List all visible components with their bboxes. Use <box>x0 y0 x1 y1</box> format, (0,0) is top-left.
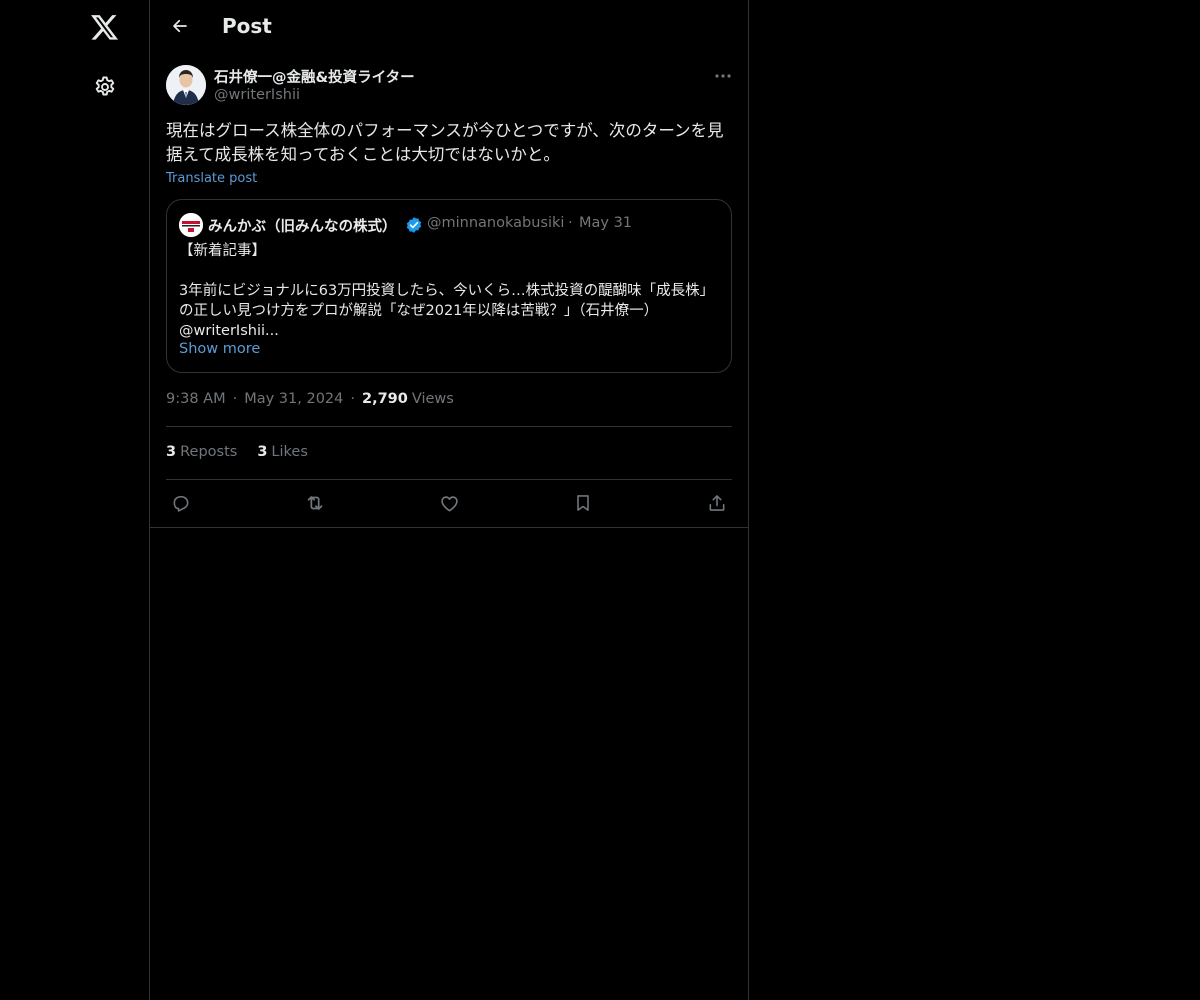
arrow-left-icon <box>173 19 187 33</box>
author-avatar-image <box>166 65 206 105</box>
gear-icon[interactable] <box>85 67 125 107</box>
post-date[interactable]: May 31, 2024 <box>244 391 343 407</box>
page-title: Post <box>222 14 272 38</box>
views-label: Views <box>411 391 454 407</box>
reply-icon <box>173 495 189 512</box>
like-button[interactable] <box>436 490 462 516</box>
page-header: Post <box>150 0 748 53</box>
left-nav <box>0 0 149 1000</box>
more-dots-icon <box>715 74 731 78</box>
back-button[interactable] <box>162 8 198 44</box>
divider <box>166 426 732 427</box>
likes-count: 3 <box>257 444 268 460</box>
post-column: Post 石井僚一@金融&投資ライター @writerIshii 現在はグロース… <box>149 0 749 1000</box>
divider <box>166 479 732 480</box>
quoted-author-handle: @minnanokabusiki <box>427 215 565 231</box>
repost-icon <box>307 496 323 510</box>
x-logo-icon[interactable] <box>85 8 125 48</box>
more-options-button[interactable] <box>710 66 736 86</box>
reply-button[interactable] <box>168 490 194 516</box>
quoted-separator: · <box>568 215 573 231</box>
show-more-link[interactable]: Show more <box>179 341 260 357</box>
likes-stat[interactable]: 3 Likes <box>257 444 308 460</box>
quoted-post[interactable]: みんかぶ（旧みんなの株式） @minnanokabusiki · May 31 … <box>166 199 732 373</box>
share-button[interactable] <box>704 490 730 516</box>
author-handle[interactable]: @writerIshii <box>214 87 300 103</box>
quoted-avatar <box>179 213 203 237</box>
share-icon <box>709 495 725 511</box>
author-avatar[interactable] <box>166 65 206 105</box>
verified-badge-icon <box>405 216 423 234</box>
post-text: 現在はグロース株全体のパフォーマンスが今ひとつですが、次のターンを見据えて成長株… <box>166 121 724 164</box>
repost-button[interactable] <box>302 490 328 516</box>
quoted-text: 【新着記事】 3年前にビジョナルに63万円投資したら、今いくら…株式投資の醍醐味… <box>179 243 715 339</box>
views-count: 2,790 <box>362 391 408 407</box>
quoted-author-name: みんかぶ（旧みんなの株式） <box>208 219 397 235</box>
verified-badge-svg <box>406 217 422 233</box>
bookmark-icon <box>577 495 589 511</box>
quoted-date: May 31 <box>579 215 633 231</box>
engagement-stats: 3 Reposts 3 Likes <box>166 444 308 460</box>
quoted-avatar-image <box>179 213 203 237</box>
x-logo-svg <box>91 15 119 40</box>
post-time[interactable]: 9:38 AM <box>166 391 226 407</box>
divider <box>150 527 748 528</box>
reposts-label: Reposts <box>180 444 238 460</box>
reposts-count: 3 <box>166 444 177 460</box>
reposts-stat[interactable]: 3 Reposts <box>166 444 237 460</box>
likes-label: Likes <box>271 444 308 460</box>
meta-separator: · <box>350 391 355 407</box>
post-meta: 9:38 AM · May 31, 2024 · 2,790 Views <box>166 391 454 407</box>
translate-post-link[interactable]: Translate post <box>166 171 257 186</box>
bookmark-button[interactable] <box>570 490 596 516</box>
author-name[interactable]: 石井僚一@金融&投資ライター <box>214 66 415 87</box>
gear-svg <box>95 76 115 96</box>
like-icon <box>440 495 458 512</box>
meta-separator: · <box>232 391 238 407</box>
